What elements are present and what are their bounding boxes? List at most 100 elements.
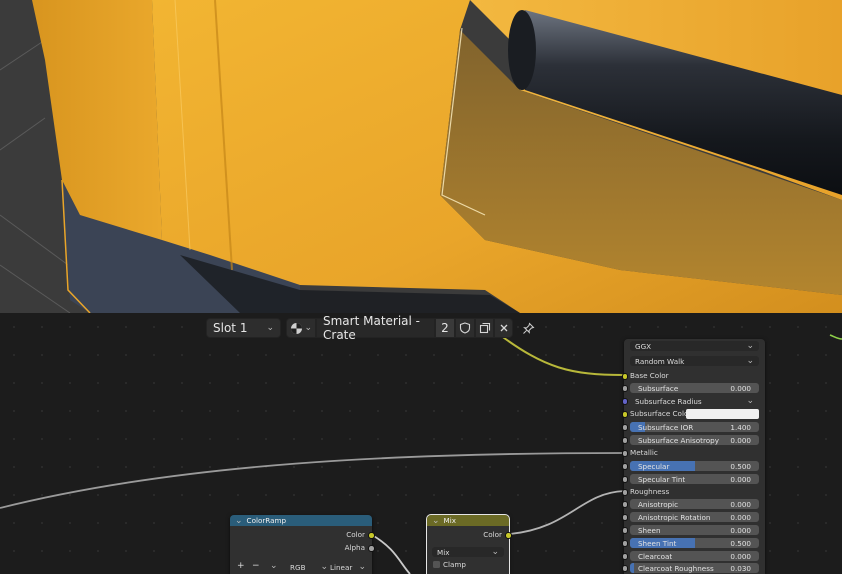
add-stop-button[interactable]: + <box>237 561 245 571</box>
ramp-menu-chevron-icon[interactable]: ⌄ <box>270 561 278 571</box>
roughness-socket[interactable] <box>621 489 628 496</box>
specular-tint-slider[interactable]: Specular Tint 0.000 <box>630 474 759 484</box>
subsurface-method-dropdown[interactable]: Random Walk ⌄ <box>630 356 759 366</box>
anisotropic-rotation-socket[interactable] <box>621 514 628 521</box>
color-mode-value: RGB <box>290 562 306 572</box>
specular-socket[interactable] <box>621 463 628 470</box>
specular-value: 0.500 <box>730 461 751 471</box>
base-color-socket[interactable] <box>621 373 628 380</box>
colorramp-node-header[interactable]: ⌄ ColorRamp <box>230 515 372 526</box>
colorramp-alpha-output-socket[interactable] <box>368 545 375 552</box>
fake-user-button[interactable] <box>455 318 475 338</box>
anisotropic-socket[interactable] <box>621 501 628 508</box>
chevron-down-icon: ⌄ <box>746 356 754 366</box>
base-color-label: Base Color <box>630 371 669 380</box>
user-count-text: 2 <box>441 321 449 335</box>
anisotropic-label: Anisotropic <box>638 499 679 509</box>
sheen-tint-value: 0.500 <box>730 538 751 548</box>
anisotropic-rotation-label: Anisotropic Rotation <box>638 512 711 522</box>
subsurface-color-label: Subsurface Colo <box>630 409 689 418</box>
colorramp-color-output-label: Color <box>346 530 365 539</box>
clearcoat-roughness-value: 0.030 <box>730 563 751 573</box>
viewport-render <box>0 0 842 313</box>
principled-bsdf-node[interactable]: GGX ⌄ Random Walk ⌄ Base Color Subsurfac… <box>621 339 765 574</box>
subsurface-color-socket[interactable] <box>621 411 628 418</box>
user-count-button[interactable]: 2 <box>435 318 455 338</box>
chevron-down-icon: ⌄ <box>320 562 328 572</box>
browse-material-button[interactable]: ⌄ <box>286 318 316 338</box>
specular-tint-value: 0.000 <box>730 474 751 484</box>
chevron-down-icon: ⌄ <box>746 341 754 351</box>
subsurface-color-swatch[interactable] <box>686 409 759 419</box>
sheen-slider[interactable]: Sheen 0.000 <box>630 525 759 535</box>
unlink-material-button[interactable] <box>494 318 513 338</box>
colorramp-node[interactable]: ⌄ ColorRamp Color Alpha + − ⌄ RGB ⌄ Line… <box>230 515 375 574</box>
specular-slider[interactable]: Specular 0.500 <box>630 461 759 471</box>
material-slot-dropdown[interactable]: Slot 1 ⌄ <box>206 318 281 338</box>
material-sphere-icon <box>291 322 302 334</box>
subsurface-value: 0.000 <box>730 383 751 393</box>
anisotropic-rotation-value: 0.000 <box>730 512 751 522</box>
subsurface-ior-value: 1.400 <box>730 422 751 432</box>
blend-type-dropdown[interactable]: Mix ⌄ <box>432 547 504 557</box>
roughness-label: Roughness <box>630 487 670 496</box>
interpolation-dropdown[interactable]: Linear ⌄ <box>330 562 366 572</box>
colorramp-color-output-socket[interactable] <box>368 532 375 539</box>
subsurface-label: Subsurface <box>638 383 679 393</box>
material-name-field[interactable]: Smart Material - Crate <box>316 314 435 342</box>
sheen-tint-socket[interactable] <box>621 540 628 547</box>
mix-node-header[interactable]: ⌄ Mix <box>427 515 509 526</box>
subsurface-ior-socket[interactable] <box>621 424 628 431</box>
clearcoat-slider[interactable]: Clearcoat 0.000 <box>630 551 759 561</box>
mix-color-output-socket[interactable] <box>505 532 512 539</box>
subsurface-ior-slider[interactable]: Subsurface IOR 1.400 <box>630 422 759 432</box>
clamp-label: Clamp <box>443 560 466 569</box>
mix-node[interactable]: ⌄ Mix Color Mix ⌄ Clamp <box>426 514 512 574</box>
subsurface-radius-dropdown[interactable]: Subsurface Radius ⌄ <box>630 396 759 406</box>
metallic-label: Metallic <box>630 448 658 457</box>
subsurface-anisotropy-label: Subsurface Anisotropy <box>638 435 719 445</box>
clearcoat-value: 0.000 <box>730 551 751 561</box>
color-mode-dropdown[interactable]: RGB ⌄ <box>290 562 328 572</box>
sheen-tint-slider[interactable]: Sheen Tint 0.500 <box>630 538 759 548</box>
subsurface-radius-label: Subsurface Radius <box>635 396 702 406</box>
sheen-socket[interactable] <box>621 527 628 534</box>
clearcoat-label: Clearcoat <box>638 551 673 561</box>
material-name-text: Smart Material - Crate <box>323 314 421 342</box>
shader-node-editor[interactable]: Slot 1 ⌄ ⌄ Smart Material - Crate 2 GGX … <box>0 313 842 574</box>
metallic-socket[interactable] <box>621 450 628 457</box>
mix-title: Mix <box>443 516 456 525</box>
duplicate-material-button[interactable] <box>475 318 494 338</box>
chevron-down-icon: ⌄ <box>746 396 754 406</box>
blend-type-value: Mix <box>437 547 450 557</box>
3d-viewport[interactable] <box>0 0 842 313</box>
clearcoat-socket[interactable] <box>621 553 628 560</box>
clearcoat-roughness-slider[interactable]: Clearcoat Roughness 0.030 <box>630 563 759 573</box>
anisotropic-slider[interactable]: Anisotropic 0.000 <box>630 499 759 509</box>
subsurface-anisotropy-slider[interactable]: Subsurface Anisotropy 0.000 <box>630 435 759 445</box>
colorramp-title: ColorRamp <box>246 516 287 525</box>
subsurface-radius-socket[interactable] <box>621 398 628 405</box>
mix-color-output-label: Color <box>483 530 502 539</box>
colorramp-alpha-output-label: Alpha <box>344 543 365 552</box>
subsurface-anisotropy-socket[interactable] <box>621 437 628 444</box>
specular-tint-socket[interactable] <box>621 476 628 483</box>
chevron-down-icon: ⌄ <box>304 323 312 333</box>
collapse-chevron-icon: ⌄ <box>235 515 243 526</box>
subsurface-anisotropy-value: 0.000 <box>730 435 751 445</box>
sheen-value: 0.000 <box>730 525 751 535</box>
clearcoat-roughness-socket[interactable] <box>621 565 628 572</box>
shield-icon <box>459 322 471 334</box>
distribution-dropdown[interactable]: GGX ⌄ <box>630 341 759 351</box>
distribution-value: GGX <box>635 341 652 351</box>
subsurface-socket[interactable] <box>621 385 628 392</box>
remove-stop-button[interactable]: − <box>252 561 260 571</box>
subsurface-method-value: Random Walk <box>635 356 685 366</box>
pin-button[interactable] <box>518 318 538 338</box>
chevron-down-icon: ⌄ <box>266 323 274 333</box>
subsurface-slider[interactable]: Subsurface 0.000 <box>630 383 759 393</box>
clamp-checkbox[interactable] <box>433 561 440 568</box>
anisotropic-rotation-slider[interactable]: Anisotropic Rotation 0.000 <box>630 512 759 522</box>
material-slot-label: Slot 1 <box>213 321 248 335</box>
anisotropic-value: 0.000 <box>730 499 751 509</box>
